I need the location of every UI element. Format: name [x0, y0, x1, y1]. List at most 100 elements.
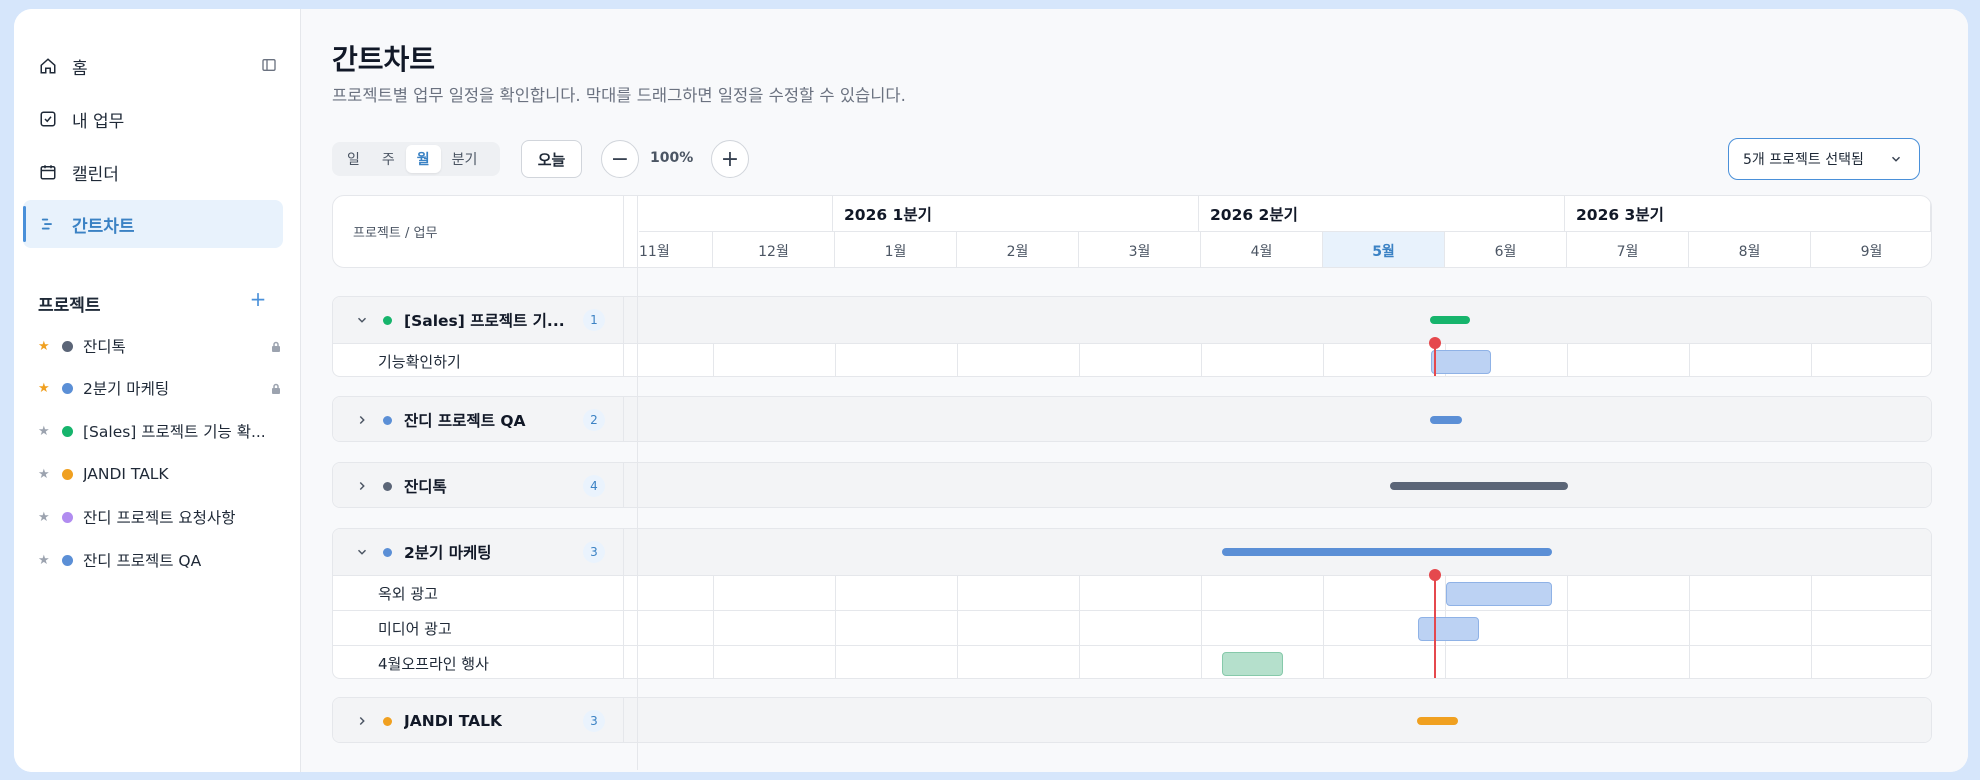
view-tab[interactable]: 월	[405, 145, 441, 173]
star-icon[interactable]: ★	[38, 467, 52, 482]
project-item[interactable]: ★ 잔디톡	[38, 331, 288, 361]
task-bar[interactable]	[1431, 350, 1491, 374]
group-row[interactable]: 잔디톡 4	[333, 463, 1931, 507]
nav-mytasks[interactable]: 내 업무	[23, 95, 283, 143]
task-bar[interactable]	[1446, 582, 1552, 606]
gantt-group: 2분기 마케팅 3 옥외 광고 미디어 광고 4월오프라인 행사	[332, 528, 1932, 679]
chevron-right-icon[interactable]	[355, 479, 369, 493]
group-row-label: 2분기 마케팅 3	[333, 529, 624, 575]
group-color-dot	[383, 481, 392, 491]
home-icon	[38, 56, 58, 76]
today-marker	[1429, 569, 1441, 581]
task-bar[interactable]	[1418, 617, 1479, 641]
group-color-dot	[383, 315, 392, 325]
group-row-label: [Sales] 프로젝트 기... 1	[333, 297, 624, 343]
task-name: 미디어 광고	[333, 611, 624, 645]
group-summary-bar[interactable]	[1390, 482, 1568, 490]
project-item[interactable]: ★ 2분기 마케팅	[38, 373, 288, 403]
group-row[interactable]: JANDI TALK 3	[333, 698, 1931, 742]
calendar-icon	[38, 162, 58, 182]
month-header: 12월	[713, 232, 835, 267]
project-item-label: 잔디톡	[83, 338, 126, 356]
group-row-label: 잔디톡 4	[333, 463, 624, 507]
project-color-dot	[62, 382, 73, 394]
project-item-label: 2분기 마케팅	[83, 380, 170, 398]
chevron-right-icon[interactable]	[355, 413, 369, 427]
group-summary-bar[interactable]	[1430, 316, 1470, 324]
group-name: 잔디 프로젝트 QA	[404, 412, 526, 430]
star-icon[interactable]: ★	[38, 381, 52, 396]
group-summary-bar[interactable]	[1430, 416, 1462, 424]
timeline-divider	[637, 195, 638, 770]
zoom-out-button[interactable]: −	[601, 140, 639, 178]
month-header: 9월	[1811, 232, 1931, 267]
task-name: 4월오프라인 행사	[333, 646, 624, 678]
group-row[interactable]: 2분기 마케팅 3	[333, 529, 1931, 575]
group-row[interactable]: [Sales] 프로젝트 기... 1	[333, 297, 1931, 343]
month-header: 1월	[835, 232, 957, 267]
group-count-badge: 2	[583, 409, 605, 431]
group-summary-bar[interactable]	[1222, 548, 1552, 556]
project-select-dropdown[interactable]: 5개 프로젝트 선택됨	[1728, 138, 1920, 180]
zoom-in-button[interactable]: +	[711, 140, 749, 178]
group-color-dot	[383, 547, 392, 557]
star-icon[interactable]: ★	[38, 553, 52, 568]
group-summary-bar[interactable]	[1417, 717, 1458, 725]
nav-home[interactable]: 홈	[23, 42, 283, 90]
today-button[interactable]: 오늘	[521, 140, 582, 178]
gantt-group: [Sales] 프로젝트 기... 1 기능확인하기	[332, 296, 1932, 377]
today-line	[1434, 575, 1436, 678]
add-project-button[interactable]: +	[246, 287, 270, 311]
nav-gantt[interactable]: 간트차트	[23, 200, 283, 248]
chevron-down-icon[interactable]	[355, 313, 369, 327]
task-row[interactable]: 4월오프라인 행사	[333, 645, 1931, 678]
task-bar[interactable]	[1222, 652, 1283, 676]
task-name: 옥외 광고	[333, 576, 624, 610]
task-name: 기능확인하기	[333, 344, 624, 376]
nav-calendar-label: 캘린더	[72, 164, 119, 185]
group-name: 잔디톡	[404, 478, 447, 496]
view-tab[interactable]: 주	[371, 145, 406, 173]
chevron-down-icon	[1889, 152, 1903, 170]
group-name: JANDI TALK	[404, 712, 503, 730]
group-row-label: JANDI TALK 3	[333, 698, 624, 742]
nav-calendar[interactable]: 캘린더	[23, 148, 283, 196]
view-tab[interactable]: 분기	[441, 145, 489, 173]
group-count-badge: 4	[583, 475, 605, 497]
today-marker	[1429, 337, 1441, 349]
project-item[interactable]: ★ 잔디 프로젝트 요청사항	[38, 502, 288, 532]
project-color-dot	[62, 511, 73, 523]
view-tab[interactable]: 일	[336, 145, 371, 173]
project-item[interactable]: ★ 잔디 프로젝트 QA	[38, 545, 288, 575]
month-header: 5월	[1323, 232, 1445, 267]
zoom-level: 100%	[650, 150, 694, 166]
task-row[interactable]: 기능확인하기	[333, 343, 1931, 376]
chevron-right-icon[interactable]	[355, 714, 369, 728]
star-icon[interactable]: ★	[38, 339, 52, 354]
project-item[interactable]: ★ [Sales] 프로젝트 기능 확...	[38, 416, 288, 446]
star-icon[interactable]: ★	[38, 424, 52, 439]
group-row-label: 잔디 프로젝트 QA 2	[333, 397, 624, 441]
sidebar-collapse-icon[interactable]	[261, 57, 279, 75]
project-item-label: [Sales] 프로젝트 기능 확...	[83, 423, 266, 441]
star-icon[interactable]: ★	[38, 510, 52, 525]
group-count-badge: 1	[583, 309, 605, 331]
gantt-group: 잔디 프로젝트 QA 2	[332, 396, 1932, 442]
chevron-down-icon[interactable]	[355, 545, 369, 559]
group-name: [Sales] 프로젝트 기...	[404, 312, 564, 330]
lock-icon	[270, 381, 283, 394]
group-color-dot	[383, 716, 392, 726]
gantt-group: 잔디톡 4	[332, 462, 1932, 508]
group-row[interactable]: 잔디 프로젝트 QA 2	[333, 397, 1931, 441]
task-row[interactable]: 옥외 광고	[333, 575, 1931, 610]
project-item[interactable]: ★ JANDI TALK	[38, 459, 288, 489]
nav-mytasks-label: 내 업무	[72, 111, 125, 132]
task-row[interactable]: 미디어 광고	[333, 610, 1931, 645]
page-subtitle: 프로젝트별 업무 일정을 확인합니다. 막대를 드래그하면 일정을 수정할 수 …	[332, 86, 906, 105]
month-header: 8월	[1689, 232, 1811, 267]
group-count-badge: 3	[583, 710, 605, 732]
project-color-dot	[62, 425, 73, 437]
minus-icon: −	[610, 146, 630, 172]
nav-gantt-label: 간트차트	[72, 216, 135, 237]
group-count-badge: 3	[583, 541, 605, 563]
